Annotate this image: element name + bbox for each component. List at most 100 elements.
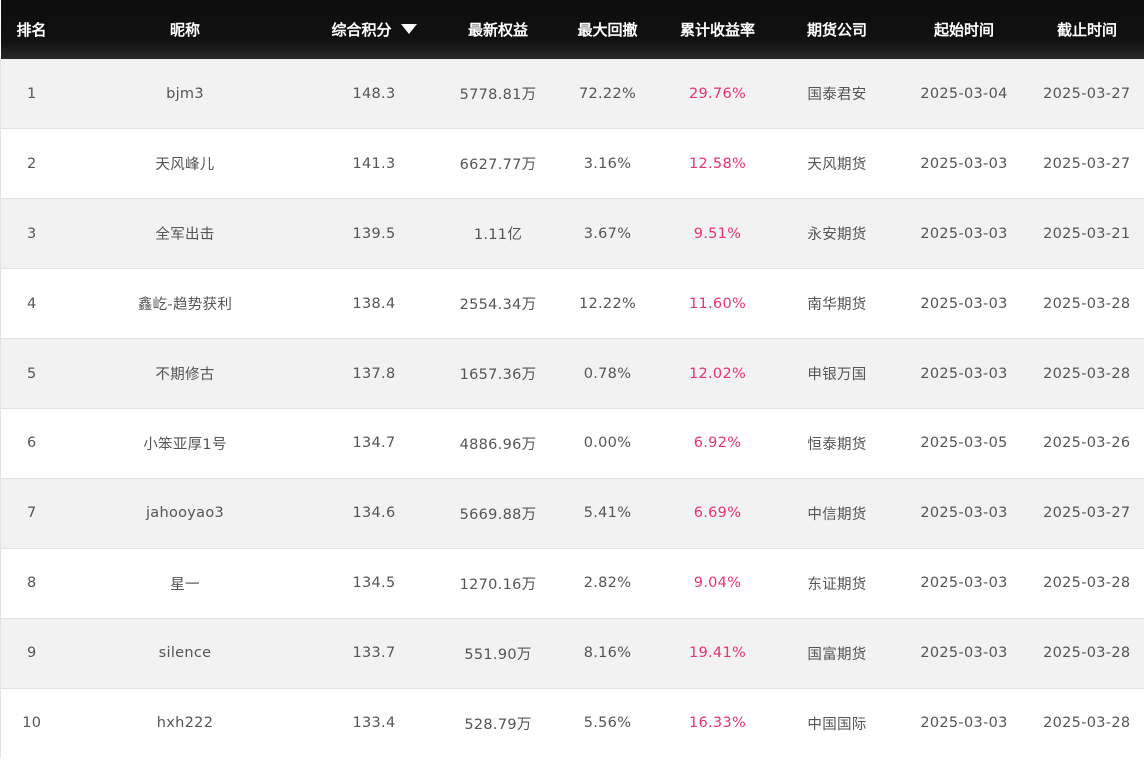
score-cell: 141.3 xyxy=(307,128,441,199)
header-drawdown[interactable]: 最大回撤 xyxy=(556,0,660,59)
equity-cell: 5669.88万 xyxy=(440,477,556,549)
caret-down-icon[interactable] xyxy=(400,24,417,34)
equity-cell: 551.90万 xyxy=(440,617,556,689)
equity-cell: 6627.77万 xyxy=(440,128,556,199)
score-cell: 148.3 xyxy=(352,85,396,102)
broker-cell: 天风期货 xyxy=(775,128,899,199)
table-body: 1 bjm3 148.3 5778.81万 72.22% 29.76% 国泰君安 2025-0… xyxy=(0,59,1144,758)
return-cell: 12.02% xyxy=(659,338,776,409)
table-header: 排名 昵称 综合积分 最新权益 最大回撤 累计收益率 期货公司 起始时间 截止时… xyxy=(0,0,1144,59)
table-row[interactable]: 4 鑫屹-趋势获利 138.4 2554.34万 12.22% 11.60% 南华期货 202… xyxy=(0,268,1144,339)
header-start[interactable]: 起始时间 xyxy=(899,0,1030,59)
equity-cell: 2554.34万 xyxy=(440,268,556,339)
nickname-cell[interactable]: 小笨亚厚1号 xyxy=(62,407,308,479)
return-cell: 6.92% xyxy=(659,407,776,479)
equity-cell: 1.11亿 xyxy=(440,198,556,269)
end-date-cell: 2025-03-27 xyxy=(1043,85,1131,102)
broker-cell: 国泰君安 xyxy=(807,87,867,104)
score-cell: 139.5 xyxy=(307,198,441,269)
return-cell: 29.76% xyxy=(688,85,747,102)
drawdown-cell: 2.82% xyxy=(555,547,660,619)
nickname-cell[interactable]: 不期修古 xyxy=(62,338,308,409)
table-row[interactable]: 10 hxh222 133.4 528.79万 5.56% 16.33% 中国国际 2025-… xyxy=(0,687,1144,758)
return-cell: 6.69% xyxy=(659,477,776,549)
start-date-cell: 2025-03-03 xyxy=(898,338,1030,409)
nickname-cell[interactable]: hxh222 xyxy=(62,687,308,758)
end-date-cell: 2025-03-26 xyxy=(1029,407,1144,479)
return-cell: 11.60% xyxy=(659,268,776,339)
table-row[interactable]: 6 小笨亚厚1号 134.7 4886.96万 0.00% 6.92% 恒泰期货 2025-0… xyxy=(0,407,1144,479)
equity-cell: 1270.16万 xyxy=(440,547,556,619)
drawdown-cell: 0.78% xyxy=(555,338,660,409)
start-date-cell: 2025-03-03 xyxy=(898,477,1030,549)
drawdown-cell: 5.56% xyxy=(555,687,660,758)
table-row[interactable]: 1 bjm3 148.3 5778.81万 72.22% 29.76% 国泰君安 2025-0… xyxy=(0,59,1144,129)
rank-cell: 1 xyxy=(26,85,37,102)
nickname-cell[interactable]: 星一 xyxy=(62,547,308,619)
header-return[interactable]: 累计收益率 xyxy=(660,0,776,59)
start-date-cell: 2025-03-04 xyxy=(920,85,1008,102)
return-cell: 16.33% xyxy=(659,687,776,758)
broker-cell: 中信期货 xyxy=(775,477,899,549)
header-end[interactable]: 截止时间 xyxy=(1030,0,1144,59)
rank-cell: 6 xyxy=(0,407,63,479)
score-cell: 134.6 xyxy=(307,477,441,549)
drawdown-cell: 5.41% xyxy=(555,477,660,549)
score-cell: 133.7 xyxy=(307,617,441,689)
drawdown-cell: 12.22% xyxy=(555,268,660,339)
drawdown-cell: 0.00% xyxy=(555,407,660,479)
start-date-cell: 2025-03-05 xyxy=(898,407,1030,479)
return-cell: 9.51% xyxy=(659,198,776,269)
nickname-cell[interactable]: silence xyxy=(62,617,308,689)
nickname-cell[interactable]: jahooyao3 xyxy=(62,477,308,549)
header-equity[interactable]: 最新权益 xyxy=(441,0,556,59)
broker-cell: 申银万国 xyxy=(775,338,899,409)
score-cell: 133.4 xyxy=(307,687,441,758)
table-row[interactable]: 5 不期修古 137.8 1657.36万 0.78% 12.02% 申银万国 2025-03… xyxy=(0,338,1144,409)
equity-cell: 5778.81万 xyxy=(459,87,537,104)
table-row[interactable]: 2 天风峰儿 141.3 6627.77万 3.16% 12.58% 天风期货 2025-03… xyxy=(0,128,1144,199)
header-nickname[interactable]: 昵称 xyxy=(63,0,308,59)
equity-cell: 528.79万 xyxy=(440,687,556,758)
broker-cell: 南华期货 xyxy=(775,268,899,339)
end-date-cell: 2025-03-28 xyxy=(1029,617,1144,689)
broker-cell: 永安期货 xyxy=(775,198,899,269)
header-row: 排名 昵称 综合积分 最新权益 最大回撤 累计收益率 期货公司 起始时间 截止时… xyxy=(0,0,1144,59)
score-cell: 134.7 xyxy=(307,407,441,479)
end-date-cell: 2025-03-27 xyxy=(1029,477,1144,549)
broker-cell: 恒泰期货 xyxy=(775,407,899,479)
rank-cell: 3 xyxy=(0,198,63,269)
header-broker[interactable]: 期货公司 xyxy=(776,0,899,59)
equity-cell: 1657.36万 xyxy=(440,338,556,409)
drawdown-cell: 72.22% xyxy=(578,85,637,102)
broker-cell: 国富期货 xyxy=(775,617,899,689)
header-score[interactable]: 综合积分 xyxy=(308,0,441,59)
table-row[interactable]: 9 silence 133.7 551.90万 8.16% 19.41% 国富期货 2025-… xyxy=(0,617,1144,689)
drawdown-cell: 8.16% xyxy=(555,617,660,689)
score-cell: 134.5 xyxy=(307,547,441,619)
end-date-cell: 2025-03-27 xyxy=(1029,128,1144,199)
return-cell: 19.41% xyxy=(659,617,776,689)
drawdown-cell: 3.67% xyxy=(555,198,660,269)
rank-cell: 10 xyxy=(0,687,63,758)
start-date-cell: 2025-03-03 xyxy=(898,547,1030,619)
end-date-cell: 2025-03-28 xyxy=(1029,547,1144,619)
nickname-cell[interactable]: bjm3 xyxy=(63,59,308,129)
start-date-cell: 2025-03-03 xyxy=(898,687,1030,758)
header-rank[interactable]: 排名 xyxy=(1,0,63,59)
nickname-cell[interactable]: 全军出击 xyxy=(62,198,308,269)
table-row[interactable]: 8 星一 134.5 1270.16万 2.82% 9.04% 东证期货 2025-03-03… xyxy=(0,547,1144,619)
end-date-cell: 2025-03-28 xyxy=(1029,687,1144,758)
start-date-cell: 2025-03-03 xyxy=(898,268,1030,339)
rank-cell: 9 xyxy=(0,617,63,689)
table-row[interactable]: 3 全军出击 139.5 1.11亿 3.67% 9.51% 永安期货 2025-03-03 2… xyxy=(0,198,1144,269)
score-cell: 138.4 xyxy=(307,268,441,339)
start-date-cell: 2025-03-03 xyxy=(898,198,1030,269)
end-date-cell: 2025-03-21 xyxy=(1029,198,1144,269)
end-date-cell: 2025-03-28 xyxy=(1029,268,1144,339)
ranking-table-container: 排名 昵称 综合积分 最新权益 最大回撤 累计收益率 期货公司 起始时间 截止时… xyxy=(0,0,1144,760)
nickname-cell[interactable]: 天风峰儿 xyxy=(62,128,308,199)
table-row[interactable]: 7 jahooyao3 134.6 5669.88万 5.41% 6.69% 中信期货 202… xyxy=(0,477,1144,549)
nickname-cell[interactable]: 鑫屹-趋势获利 xyxy=(62,268,308,339)
rank-cell: 2 xyxy=(0,128,63,199)
